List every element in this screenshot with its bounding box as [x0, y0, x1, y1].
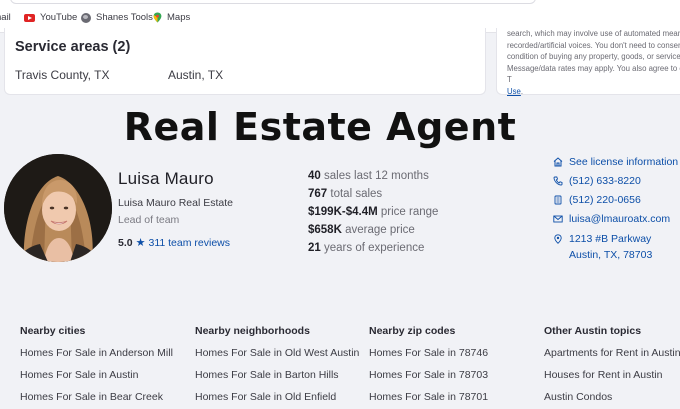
footer-link[interactable]: Homes For Sale in Barton Hills [195, 369, 359, 391]
phone-icon [553, 176, 563, 186]
footer-link[interactable]: Homes For Sale in Bear Creek [20, 391, 173, 409]
service-areas-card: Service areas (2) Travis County, TX Aust… [4, 28, 486, 95]
footer-column-title: Nearby cities [20, 325, 86, 337]
bookmark-label: nail [0, 12, 11, 23]
mobile-phone-number: (512) 633-8220 [569, 175, 641, 187]
service-area-item: Travis County, TX [15, 68, 110, 82]
email-address: luisa@lmauroatx.com [569, 213, 671, 225]
footer-column-title: Nearby zip codes [369, 325, 456, 337]
mobile-phone-link[interactable]: (512) 633-8220 [553, 175, 641, 187]
agent-avatar[interactable] [4, 154, 112, 262]
disclaimer-period: . [520, 86, 524, 96]
stat-price-range: $199K-$4.4M price range [308, 206, 439, 218]
address-line-1: 1213 #B Parkway [569, 233, 652, 245]
address-bar[interactable] [10, 0, 536, 4]
nearby-links-footer: Nearby cities Homes For Sale in Anderson… [0, 312, 680, 409]
email-link[interactable]: luisa@lmauroatx.com [553, 213, 670, 225]
mail-icon [553, 215, 563, 223]
stat-years-experience: 21 years of experience [308, 242, 425, 254]
footer-link[interactable]: Homes For Sale in 78746 [369, 347, 488, 369]
location-pin-icon [554, 234, 562, 244]
bookmark-youtube[interactable]: YouTube [24, 12, 77, 23]
building-icon [553, 157, 563, 167]
page-headline: Real Estate Agent [123, 105, 517, 149]
globe-icon [81, 12, 91, 23]
bookmark-label: YouTube [40, 12, 78, 23]
team-reviews-link[interactable]: 311 team reviews [148, 237, 230, 249]
disclaimer-card: search, which may involve use of automat… [496, 28, 680, 98]
agent-company: Luisa Mauro Real Estate [118, 197, 233, 209]
terms-of-use-link[interactable]: Use [507, 87, 521, 96]
service-areas-title: Service areas (2) [15, 39, 131, 55]
agent-role: Lead of team [118, 214, 180, 226]
bookmark-maps[interactable]: Maps [153, 12, 190, 23]
footer-column-nearby-neighborhoods: Nearby neighborhoods Homes For Sale in O… [195, 325, 359, 409]
footer-column-title: Other Austin topics [544, 325, 642, 337]
footer-link[interactable]: Homes For Sale in Anderson Mill [20, 347, 173, 369]
disclaimer-line: condition of buying any property, goods,… [507, 52, 680, 62]
footer-link[interactable]: Homes For Sale in 78701 [369, 391, 488, 409]
office-phone-number: (512) 220-0656 [569, 194, 641, 206]
office-phone-link[interactable]: (512) 220-0656 [553, 194, 641, 206]
agent-stats: 40 sales last 12 months 767 total sales … [308, 170, 438, 260]
disclaimer-text: search, which may involve use of automat… [507, 28, 680, 98]
address-link[interactable]: 1213 #B Parkway [553, 233, 651, 245]
license-info-link[interactable]: See license information [553, 156, 678, 168]
star-icon: ★ [135, 237, 146, 249]
stat-sales-12mo: 40 sales last 12 months [308, 170, 429, 182]
footer-column-nearby-zip-codes: Nearby zip codes Homes For Sale in 78746… [369, 325, 488, 409]
office-phone-icon [554, 195, 562, 205]
footer-link[interactable]: Homes For Sale in Old Enfield [195, 391, 359, 409]
bookmark-mail[interactable]: nail [0, 12, 11, 23]
map-pin-icon [153, 12, 162, 23]
stat-average-price: $658K average price [308, 224, 415, 236]
license-label: See license information [569, 156, 679, 168]
rating-value: 5.0 [118, 236, 133, 249]
disclaimer-line: search, which may involve use of automat… [507, 29, 680, 38]
agent-rating: 5.0 ★ 311 team reviews [118, 236, 230, 250]
footer-link[interactable]: Homes For Sale in 78703 [369, 369, 488, 391]
footer-link[interactable]: Austin Condos [544, 391, 680, 409]
youtube-icon [24, 13, 35, 22]
footer-link[interactable]: Houses for Rent in Austin [544, 369, 680, 391]
bookmark-label: Maps [167, 12, 191, 23]
footer-link[interactable]: Homes For Sale in Austin [20, 369, 173, 391]
disclaimer-line: Message/data rates may apply. You also a… [507, 63, 680, 85]
bookmark-label: Shanes Tools [96, 12, 153, 23]
disclaimer-line: recorded/artificial voices. You don't ne… [507, 40, 680, 50]
address-line-2[interactable]: Austin, TX, 78703 [569, 249, 652, 261]
bookmark-shanes-tools[interactable]: Shanes Tools [81, 12, 153, 23]
footer-link[interactable]: Apartments for Rent in Austin [544, 347, 680, 369]
stat-total-sales: 767 total sales [308, 188, 383, 200]
service-area-item: Austin, TX [168, 68, 224, 82]
agent-name[interactable]: Luisa Mauro [118, 169, 214, 189]
footer-link[interactable]: Homes For Sale in Old West Austin [195, 347, 359, 369]
footer-column-other-austin-topics: Other Austin topics Apartments for Rent … [544, 325, 680, 409]
footer-column-title: Nearby neighborhoods [195, 325, 310, 337]
footer-column-nearby-cities: Nearby cities Homes For Sale in Anderson… [20, 325, 173, 409]
